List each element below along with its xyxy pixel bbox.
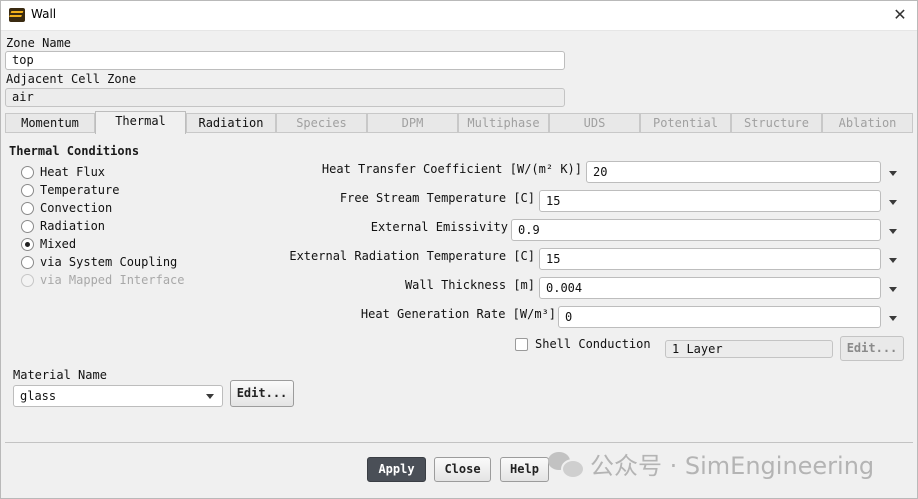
chevron-down-icon[interactable]	[886, 224, 900, 238]
wall-thickness-input[interactable]: 0.004	[539, 277, 881, 299]
radio-button[interactable]	[21, 255, 34, 269]
heat-transfer-coefficient-input[interactable]: 20	[586, 161, 881, 183]
material-name-label: Material Name	[13, 368, 107, 382]
close-button[interactable]: Close	[434, 457, 491, 482]
adjacent-cell-zone-label: Adjacent Cell Zone	[6, 72, 137, 86]
radio-button-selected[interactable]	[21, 237, 34, 251]
tab-momentum[interactable]: Momentum	[5, 113, 95, 133]
tab-radiation[interactable]: Radiation	[186, 113, 276, 133]
radio-label: via System Coupling	[40, 255, 178, 269]
free-stream-temperature-label: Free Stream Temperature [C]	[339, 191, 535, 205]
title-bar	[0, 0, 918, 31]
help-button[interactable]: Help	[500, 457, 549, 482]
radio-button[interactable]	[21, 165, 34, 179]
tab-dpm[interactable]: DPM	[367, 113, 458, 133]
radio-label: via Mapped Interface	[40, 273, 185, 287]
radio-heat-flux[interactable]: Heat Flux	[21, 164, 105, 180]
tab-species[interactable]: Species	[276, 113, 367, 133]
apply-button[interactable]: Apply	[367, 457, 426, 482]
radio-temperature[interactable]: Temperature	[21, 182, 119, 198]
radio-label: Heat Flux	[40, 165, 106, 179]
tab-ablation[interactable]: Ablation	[822, 113, 913, 133]
thermal-conditions-title: Thermal Conditions	[9, 144, 140, 158]
material-name-select[interactable]: glass	[13, 385, 223, 407]
window-title: Wall	[31, 7, 57, 21]
zone-name-input[interactable]: top	[5, 51, 565, 70]
tab-potential[interactable]: Potential	[640, 113, 731, 133]
wall-thickness-label: Wall Thickness [m]	[404, 278, 535, 292]
external-emissivity-input[interactable]: 0.9	[511, 219, 881, 241]
wechat-icon	[548, 450, 585, 479]
tab-uds[interactable]: UDS	[549, 113, 640, 133]
radio-via-system-coupling[interactable]: via System Coupling	[21, 254, 177, 270]
shell-layers-field: 1 Layer	[665, 340, 833, 358]
chevron-down-icon[interactable]	[886, 166, 900, 180]
tab-bar: Momentum Thermal Radiation Species DPM M…	[5, 111, 913, 134]
tab-structure[interactable]: Structure	[731, 113, 822, 133]
radio-button[interactable]	[21, 219, 34, 233]
radio-label: Radiation	[40, 219, 106, 233]
chevron-down-icon[interactable]	[886, 282, 900, 296]
radio-button-disabled	[21, 273, 34, 287]
material-edit-button[interactable]: Edit...	[230, 380, 294, 407]
watermark: 公众号 · SimEngineering	[548, 448, 875, 480]
radio-radiation[interactable]: Radiation	[21, 218, 105, 234]
chevron-down-icon[interactable]	[886, 195, 900, 209]
radio-label: Mixed	[40, 237, 77, 251]
shell-conduction-label: Shell Conduction	[535, 337, 651, 351]
shell-layers-edit-button[interactable]: Edit...	[840, 336, 904, 361]
heat-generation-rate-input[interactable]: 0	[558, 306, 881, 328]
radio-button[interactable]	[21, 183, 34, 197]
watermark-text: 公众号 · SimEngineering	[590, 451, 875, 480]
external-radiation-temperature-input[interactable]: 15	[539, 248, 881, 270]
adjacent-cell-zone-field: air	[5, 88, 565, 107]
radio-label: Convection	[40, 201, 113, 215]
free-stream-temperature-input[interactable]: 15	[539, 190, 881, 212]
radio-label: Temperature	[40, 183, 120, 197]
zone-name-label: Zone Name	[6, 36, 72, 50]
radio-convection[interactable]: Convection	[21, 200, 112, 216]
heat-transfer-coefficient-label: Heat Transfer Coefficient [W/(m² K)]	[321, 162, 582, 176]
close-icon[interactable]: ✕	[889, 4, 911, 26]
chevron-down-icon[interactable]	[886, 311, 900, 325]
footer-separator	[5, 442, 913, 443]
tab-thermal[interactable]: Thermal	[95, 111, 186, 134]
chevron-down-icon[interactable]	[203, 389, 217, 403]
external-radiation-temperature-label: External Radiation Temperature [C]	[289, 249, 535, 263]
chevron-down-icon[interactable]	[886, 253, 900, 267]
radio-via-mapped-interface: via Mapped Interface	[21, 272, 185, 288]
tab-multiphase[interactable]: Multiphase	[458, 113, 549, 133]
shell-conduction-checkbox[interactable]	[515, 338, 528, 351]
external-emissivity-label: External Emissivity	[370, 220, 508, 234]
radio-button[interactable]	[21, 201, 34, 215]
fluent-app-icon	[9, 8, 25, 22]
radio-mixed[interactable]: Mixed	[21, 236, 76, 252]
heat-generation-rate-label: Heat Generation Rate [W/m³]	[360, 307, 556, 321]
